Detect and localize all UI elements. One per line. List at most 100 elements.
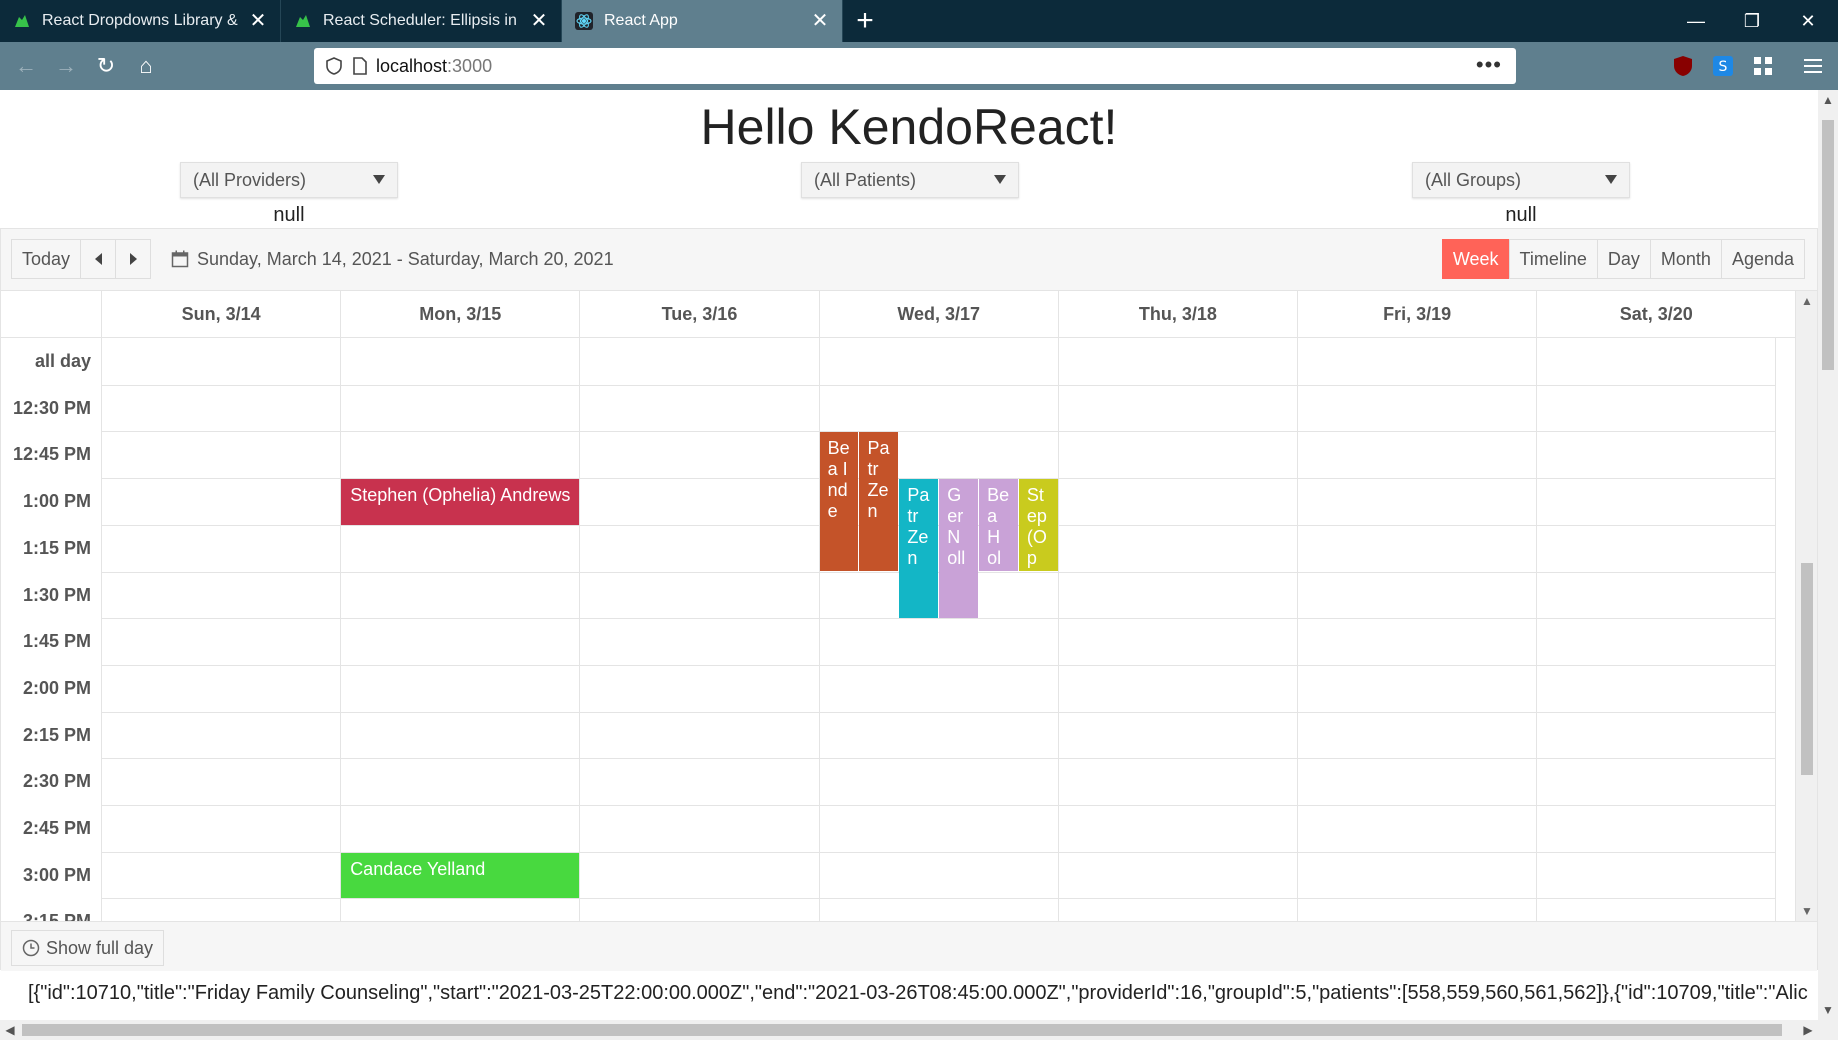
day-header-row: Sun, 3/14 Mon, 3/15 Tue, 3/16 Wed, 3/17 Thu,…	[1, 291, 1796, 338]
row-divider	[101, 524, 1776, 526]
scheduler-event[interactable]: Step (Op And	[1018, 479, 1058, 572]
ublock-icon[interactable]	[1664, 48, 1702, 84]
page-actions-icon[interactable]: •••	[1476, 52, 1502, 78]
calendar-icon	[171, 250, 189, 268]
close-icon[interactable]: ✕	[248, 11, 268, 31]
row-divider	[101, 431, 1776, 433]
restore-icon[interactable]: ❐	[1722, 0, 1782, 42]
caret-right-icon	[129, 253, 137, 265]
back-icon[interactable]: ←	[6, 46, 46, 86]
column-divider	[340, 338, 342, 921]
minimize-icon[interactable]: —	[1666, 0, 1726, 42]
browser-tab[interactable]: React Scheduler: Ellipsis in Wee ✕	[281, 0, 562, 42]
view-button-day[interactable]: Day	[1596, 239, 1651, 279]
column-divider	[101, 338, 102, 921]
home-icon[interactable]: ⌂	[126, 46, 166, 86]
reload-icon[interactable]: ↻	[86, 46, 126, 86]
shield-icon	[326, 57, 342, 75]
scheduler-scrollbar[interactable]: ▲ ▼	[1795, 291, 1817, 921]
kendo-logo-icon	[15, 15, 29, 27]
day-header: Tue, 3/16	[579, 291, 818, 338]
time-slot-label: 2:30 PM	[22, 771, 91, 792]
day-header: Wed, 3/17	[818, 291, 1058, 338]
scroll-thumb[interactable]	[1822, 120, 1834, 370]
time-slot-label: 2:00 PM	[22, 677, 91, 698]
address-bar[interactable]: localhost:3000 •••	[314, 48, 1516, 84]
browser-tab-bar: React Dropdowns Library & Dr ✕ React Sch…	[0, 0, 1838, 42]
scheduler-event[interactable]: Ger Noll	[939, 479, 979, 619]
browser-tab[interactable]: React Dropdowns Library & Dr ✕	[0, 0, 281, 42]
scheduler-footer: Show full day	[1, 921, 1817, 971]
patients-dropdown[interactable]: (All Patients)	[801, 162, 1019, 198]
tab-label: React App	[604, 12, 678, 29]
close-icon[interactable]: ✕	[529, 11, 549, 31]
dropdown-value: (All Patients)	[814, 169, 917, 190]
scheduler: Today Sunday, March 14, 2021 - Saturday,…	[0, 228, 1818, 971]
view-button-month[interactable]: Month	[1649, 239, 1722, 279]
caret-down-icon	[1605, 175, 1617, 184]
page-scrollbar[interactable]: ▲ ▼	[1818, 90, 1838, 1040]
show-full-day-label: Show full day	[46, 937, 154, 958]
scheduler-grid: Sun, 3/14 Mon, 3/15 Tue, 3/16 Wed, 3/17 Thu,…	[1, 291, 1796, 921]
caret-down-icon	[373, 175, 385, 184]
day-header: Sun, 3/14	[101, 291, 340, 338]
scroll-down-icon[interactable]: ▼	[1818, 1000, 1838, 1020]
browser-nav-bar: ← → ↻ ⌂ localhost:3000 ••• S	[0, 42, 1838, 90]
scroll-thumb[interactable]	[22, 1024, 1782, 1036]
scheduler-event[interactable]: Bea Inde	[819, 432, 859, 572]
kendo-logo-icon	[296, 15, 310, 27]
providers-dropdown[interactable]: (All Providers)	[180, 162, 398, 198]
scroll-up-icon[interactable]: ▲	[1818, 90, 1838, 110]
scroll-up-icon[interactable]: ▲	[1796, 291, 1818, 311]
time-slot-label: 2:15 PM	[22, 724, 91, 745]
horizontal-scrollbar[interactable]: ◀ ▶	[0, 1020, 1818, 1040]
view-button-timeline[interactable]: Timeline	[1508, 239, 1598, 279]
scroll-down-icon[interactable]: ▼	[1796, 901, 1818, 921]
scheduler-toolbar: Today Sunday, March 14, 2021 - Saturday,…	[1, 229, 1817, 291]
groups-dropdown[interactable]: (All Groups)	[1412, 162, 1630, 198]
browser-tab-active[interactable]: React App ✕	[562, 0, 843, 42]
show-full-day-button[interactable]: Show full day	[11, 930, 165, 966]
day-header: Sat, 3/20	[1536, 291, 1775, 338]
day-header: Fri, 3/19	[1297, 291, 1536, 338]
forward-icon[interactable]: →	[46, 46, 86, 86]
scroll-right-icon[interactable]: ▶	[1798, 1020, 1818, 1040]
view-button-agenda[interactable]: Agenda	[1720, 239, 1805, 279]
scheduler-event[interactable]: Patr Zen	[859, 432, 899, 572]
menu-icon[interactable]	[1794, 48, 1832, 84]
column-divider	[1057, 338, 1059, 921]
scroll-left-icon[interactable]: ◀	[0, 1020, 20, 1040]
providers-caption: null	[273, 204, 305, 226]
view-button-week[interactable]: Week	[1441, 239, 1510, 279]
row-divider	[101, 711, 1776, 713]
column-divider	[1297, 338, 1298, 921]
row-divider	[101, 758, 1776, 760]
row-divider	[101, 664, 1776, 666]
today-button[interactable]: Today	[11, 239, 81, 279]
json-output: [{"id":10710,"title":"Friday Family Coun…	[28, 982, 1808, 1004]
scheduler-event[interactable]: Candace Yelland	[341, 852, 580, 899]
close-icon[interactable]: ✕	[810, 11, 830, 31]
window-close-icon[interactable]: ✕	[1778, 0, 1838, 42]
scheduler-event[interactable]: Patr Zen	[899, 479, 939, 619]
scroll-thumb[interactable]	[1801, 563, 1813, 775]
tab-label: React Dropdowns Library & Dr	[42, 12, 240, 29]
groups-caption: null	[1505, 204, 1537, 226]
react-logo-icon	[575, 12, 593, 30]
day-header: Mon, 3/15	[340, 291, 579, 338]
next-button[interactable]	[115, 239, 151, 279]
extension-s-icon[interactable]: S	[1704, 48, 1742, 84]
prev-button[interactable]	[80, 239, 116, 279]
view-switcher: Week Timeline Day Month Agenda	[1441, 239, 1805, 279]
time-slot-label: 12:45 PM	[12, 444, 91, 465]
scheduler-event[interactable]: Bea Hol	[979, 479, 1018, 572]
date-range-picker[interactable]: Sunday, March 14, 2021 - Saturday, March…	[171, 239, 614, 279]
time-slot-label: 3:00 PM	[22, 864, 91, 885]
extensions-grid-icon[interactable]	[1744, 48, 1782, 84]
new-tab-icon[interactable]: +	[843, 0, 887, 42]
column-divider	[579, 338, 581, 921]
time-slot-label: 3:15 PM	[1, 898, 101, 921]
column-divider	[1775, 338, 1777, 921]
time-slot-label: 12:30 PM	[12, 397, 91, 418]
scheduler-event[interactable]: Stephen (Ophelia) Andrews	[341, 479, 580, 525]
